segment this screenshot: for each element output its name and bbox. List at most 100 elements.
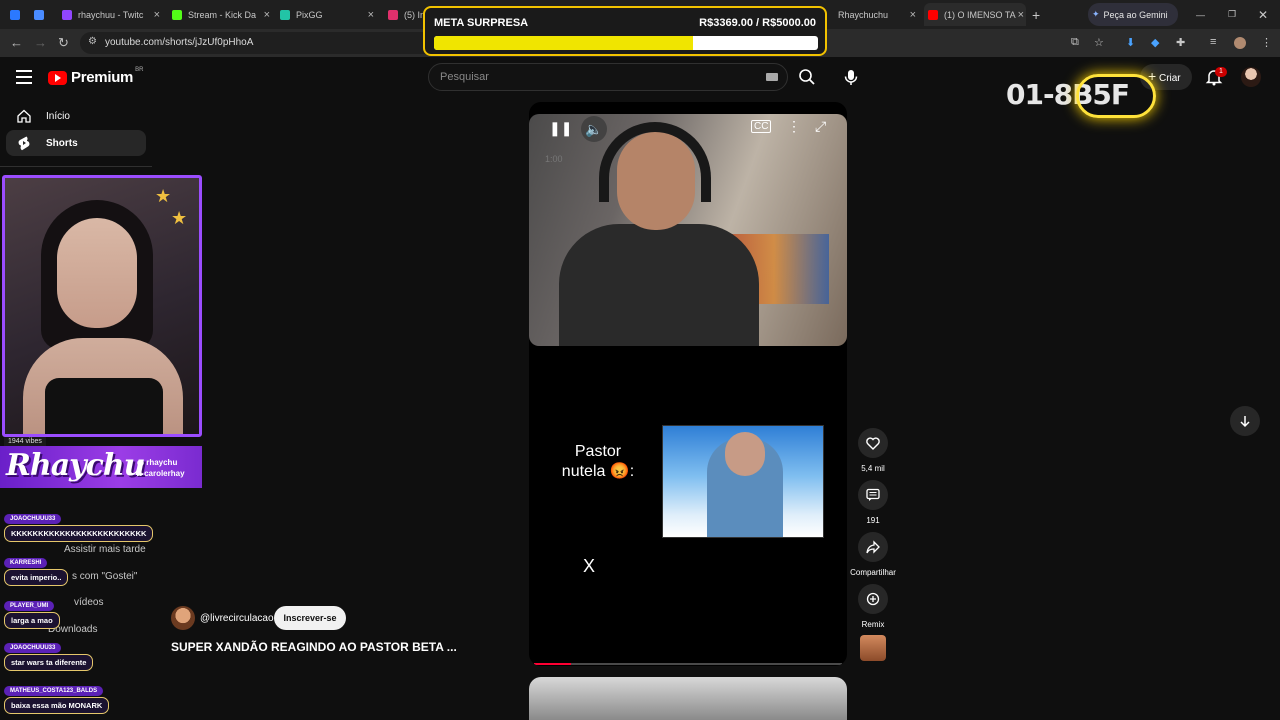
comments-action[interactable]: 191 bbox=[848, 480, 898, 525]
video-progress-bar[interactable] bbox=[534, 663, 842, 665]
close-window-icon[interactable]: ✕ bbox=[1258, 3, 1272, 26]
like-button[interactable] bbox=[858, 428, 888, 458]
tab-active-youtube[interactable]: (1) O IMENSO TA × bbox=[924, 3, 1026, 26]
handle-text: rhaychu bbox=[146, 458, 178, 467]
account-avatar[interactable] bbox=[1241, 67, 1261, 87]
new-tab-button[interactable]: + bbox=[1032, 3, 1048, 26]
install-icon[interactable]: ⧉ bbox=[1071, 36, 1079, 49]
search-button[interactable] bbox=[794, 64, 820, 90]
channel-avatar[interactable] bbox=[171, 606, 195, 630]
notification-badge: 1 bbox=[1215, 67, 1227, 77]
home-icon bbox=[17, 109, 31, 123]
handle-text: carolerhay bbox=[144, 469, 185, 478]
back-icon[interactable]: ← bbox=[10, 35, 23, 50]
tab-twitch[interactable]: rhaychuu - Twitc × bbox=[58, 3, 162, 26]
handle-instagram: ◎ rhaychu bbox=[137, 458, 178, 467]
remix-action[interactable]: Remix bbox=[848, 584, 898, 629]
tab-instagram[interactable]: (5) In bbox=[384, 3, 424, 26]
tab-kick[interactable]: Stream - Kick Da × bbox=[168, 3, 272, 26]
video-title[interactable]: SUPER XANDÃO REAGINDO AO PASTOR BETA ... bbox=[171, 640, 457, 654]
gemini-icon: ✦ bbox=[1092, 9, 1100, 19]
pinned-tab-icon bbox=[10, 9, 20, 20]
chat-username: MATHEUS_COSTA123_BALDS bbox=[4, 686, 104, 696]
sidebar-item-videos[interactable]: vídeos bbox=[74, 597, 103, 608]
bookmark-star-icon[interactable]: ☆ bbox=[1094, 36, 1104, 49]
comments-button[interactable] bbox=[858, 480, 888, 510]
close-tab-icon[interactable]: × bbox=[368, 9, 374, 21]
close-tab-icon[interactable]: × bbox=[910, 9, 916, 21]
volume-icon[interactable]: 🔈 bbox=[581, 116, 607, 142]
minimize-icon[interactable]: — bbox=[1196, 3, 1210, 26]
chat-text: larga a mao bbox=[4, 612, 60, 629]
tab-title: (1) O IMENSO TA bbox=[944, 9, 1016, 20]
close-tab-icon[interactable]: × bbox=[1018, 9, 1024, 21]
voice-search-button[interactable] bbox=[838, 64, 864, 90]
hamburger-menu-icon[interactable] bbox=[16, 70, 32, 84]
youtube-premium-logo[interactable]: Premium BR bbox=[48, 66, 144, 86]
search-input[interactable]: Pesquisar bbox=[428, 63, 788, 91]
kick-icon bbox=[172, 9, 182, 20]
forward-icon[interactable]: → bbox=[34, 35, 47, 50]
extension-icon[interactable]: ◆ bbox=[1151, 36, 1159, 49]
captions-icon[interactable]: CC bbox=[751, 120, 772, 133]
tab-rhaychuchu[interactable]: Rhaychuchu × bbox=[826, 3, 918, 26]
handle-tiktok: ◘ carolerhay bbox=[137, 469, 185, 478]
video-progress-fill bbox=[534, 663, 571, 665]
person-body bbox=[559, 224, 759, 346]
logo-region: BR bbox=[135, 66, 144, 73]
sidebar-item-shorts[interactable]: Shorts bbox=[6, 130, 146, 156]
share-action[interactable]: Compartilhar bbox=[848, 532, 898, 577]
star-decoration-icon: ★ bbox=[171, 208, 188, 228]
fullscreen-icon[interactable]: ⤢ bbox=[815, 118, 826, 135]
close-tab-icon[interactable]: × bbox=[154, 9, 160, 21]
tab-search-icon[interactable]: ≡ bbox=[1210, 36, 1216, 48]
site-info-icon[interactable]: ⚙ bbox=[88, 36, 97, 47]
close-tab-icon[interactable]: × bbox=[264, 9, 270, 21]
pause-icon[interactable]: ❚❚ bbox=[549, 120, 572, 137]
tab-icon bbox=[830, 10, 832, 20]
short-video-player[interactable]: ❚❚ 🔈 1:00 CC ⋮ ⤢ Pastor nutela 😡: X bbox=[529, 102, 847, 666]
comment-count: 191 bbox=[866, 516, 880, 525]
sidebar-item-watch-later[interactable]: Assistir mais tarde bbox=[64, 544, 146, 555]
share-button[interactable] bbox=[858, 532, 888, 562]
youtube-play-icon bbox=[48, 70, 67, 85]
donation-goal-overlay: META SURPRESA R$3369.00 / R$5000.00 bbox=[423, 6, 827, 56]
more-options-icon[interactable]: ⋮ bbox=[787, 118, 801, 135]
next-short-button[interactable] bbox=[1230, 406, 1260, 436]
tab-title: (5) In bbox=[404, 9, 424, 20]
profile-avatar-icon[interactable] bbox=[1234, 37, 1246, 49]
keyboard-icon[interactable] bbox=[766, 73, 778, 81]
pixgg-icon bbox=[280, 9, 290, 20]
sidebar-item-liked[interactable]: s com "Gostei" bbox=[72, 571, 137, 582]
heart-icon bbox=[866, 437, 880, 450]
tab-pinned-2[interactable] bbox=[30, 3, 50, 26]
sidebar-item-home[interactable]: Início bbox=[6, 103, 146, 129]
remix-button[interactable] bbox=[858, 584, 888, 614]
logo-text: Premium bbox=[71, 69, 134, 86]
restore-icon[interactable]: ❐ bbox=[1228, 3, 1242, 26]
tab-title: Stream - Kick Da bbox=[188, 9, 257, 20]
goal-progress-bar bbox=[434, 36, 818, 50]
share-icon bbox=[866, 540, 880, 554]
video-time: 1:00 bbox=[545, 154, 563, 164]
chat-message: PLAYER_UMI larga a mao bbox=[4, 594, 60, 629]
download-icon[interactable]: ⬇ bbox=[1126, 36, 1135, 49]
tab-pixgg[interactable]: PixGG × bbox=[276, 3, 376, 26]
star-decoration-icon: ★ bbox=[155, 186, 172, 206]
goal-amount: R$3369.00 / R$5000.00 bbox=[699, 17, 816, 29]
streamer-name: Rhaychu bbox=[6, 448, 146, 483]
chat-text: star wars ta diferente bbox=[4, 654, 94, 671]
neon-glow-shape bbox=[1076, 74, 1156, 118]
url-field[interactable]: ⚙ youtube.com/shorts/jJzUf0pHhoA bbox=[80, 32, 450, 54]
instagram-icon bbox=[388, 9, 398, 20]
next-short-preview[interactable] bbox=[529, 677, 847, 720]
reload-icon[interactable]: ↻ bbox=[58, 35, 69, 51]
extensions-puzzle-icon[interactable]: ✚ bbox=[1176, 36, 1185, 49]
like-action[interactable]: 5,4 mil bbox=[848, 428, 898, 473]
subscribe-button[interactable]: Inscrever-se bbox=[274, 606, 346, 630]
tab-pinned-1[interactable] bbox=[6, 3, 26, 26]
gemini-button[interactable]: ✦ Peça ao Gemini bbox=[1088, 3, 1178, 26]
channel-name[interactable]: @livrecirculacao bbox=[200, 613, 274, 624]
sound-thumbnail[interactable] bbox=[860, 635, 886, 661]
browser-menu-icon[interactable]: ⋮ bbox=[1261, 36, 1272, 49]
